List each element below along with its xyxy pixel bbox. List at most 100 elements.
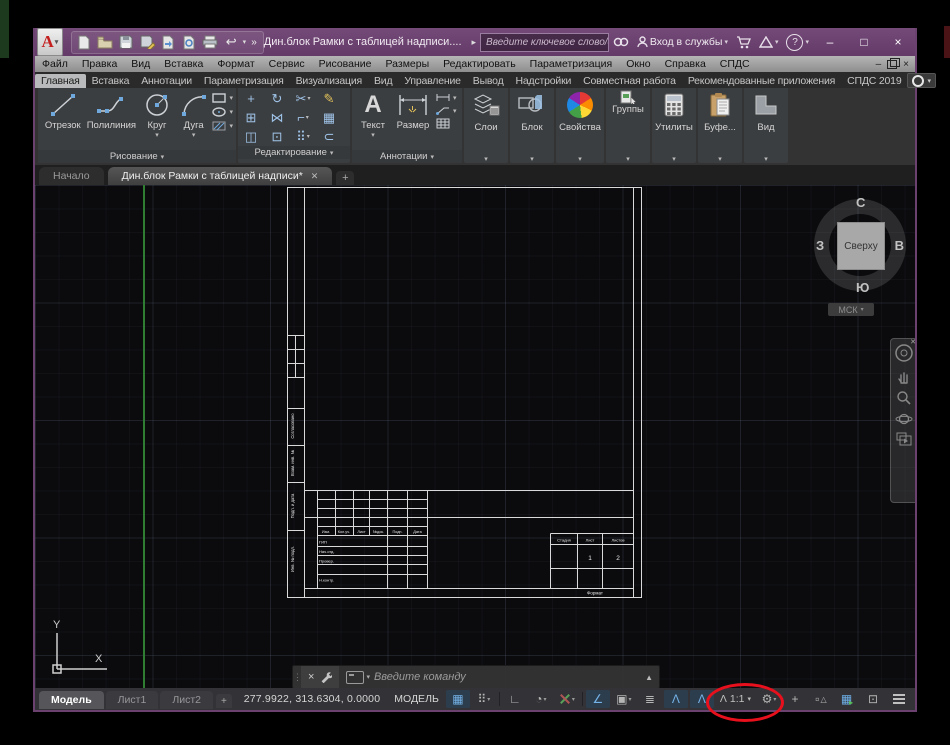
panel-layers[interactable]: Слои ▾ <box>464 88 508 163</box>
arc-button[interactable]: Дуга ▾ <box>177 90 211 150</box>
tab-output[interactable]: Вывод <box>467 74 510 88</box>
panel-draw-label[interactable]: Рисование ▾ <box>38 150 236 163</box>
pan-hand-icon[interactable] <box>896 369 912 385</box>
search-button[interactable] <box>613 36 629 48</box>
ellipse-button[interactable]: ▾ <box>211 106 233 118</box>
array-button[interactable]: ⠿ ▾ <box>296 129 310 145</box>
viewcube-north[interactable]: С <box>856 195 865 210</box>
workspace-switcher[interactable]: ⚙ ▾ <box>757 690 781 708</box>
menu-window[interactable]: Окно <box>619 58 657 70</box>
command-grip-handle[interactable]: ⋮ <box>293 672 302 683</box>
crosshair-toggle[interactable]: + <box>783 690 807 708</box>
command-wrench-icon[interactable] <box>320 671 333 683</box>
leader-button[interactable]: ▾ <box>435 105 457 116</box>
menu-file[interactable]: Файл <box>35 58 75 70</box>
a360-button[interactable]: ▾ <box>758 36 778 48</box>
tab-featured-apps[interactable]: Рекомендованные приложения <box>682 74 841 88</box>
command-close-icon[interactable]: × <box>308 671 314 683</box>
tab-addins[interactable]: Надстройки <box>510 74 578 88</box>
dim-style-button[interactable]: ▾ <box>435 92 457 103</box>
panel-modify-label[interactable]: Редактирование ▾ <box>238 146 350 159</box>
graphics-performance-button[interactable]: ▦ ▸ <box>835 690 859 708</box>
file-tab-close-icon[interactable]: ✕ <box>311 171 319 182</box>
snap-toggle[interactable]: ⠿ ▾ <box>472 690 496 708</box>
copy-button[interactable]: ⊞ <box>246 110 257 126</box>
layout-tab-list1[interactable]: Лист1 <box>105 691 159 709</box>
drawing-canvas[interactable]: Согласовано Взам. инв. № Подп. и дата Ин… <box>35 185 915 688</box>
menu-insert[interactable]: Вставка <box>157 58 210 70</box>
menu-spds[interactable]: СПДС <box>713 58 757 70</box>
app-menu-button[interactable]: A ▾ <box>37 28 63 56</box>
annotation-visibility-toggle[interactable]: Λ <box>663 690 688 708</box>
isolate-objects-button[interactable]: ▫ △ <box>809 690 833 708</box>
command-input[interactable]: Введите команду <box>374 671 466 683</box>
command-line[interactable]: ⋮ × ▾ Введите команду ▲ <box>292 665 660 688</box>
panel-clipboard[interactable]: Буфе... ▾ <box>698 88 742 163</box>
undo-dropdown[interactable]: ▾ <box>243 38 247 46</box>
search-flyout-icon[interactable]: ▸ <box>472 37 477 48</box>
open-file-button[interactable] <box>96 33 115 52</box>
explode-button[interactable]: ▦ <box>323 110 335 126</box>
tab-collaborate[interactable]: Совместная работа <box>577 74 682 88</box>
help-button[interactable]: ? ▾ <box>786 33 809 51</box>
save-as-button[interactable] <box>138 33 157 52</box>
rotate-button[interactable]: ↻ <box>272 91 283 107</box>
text-button[interactable]: A Текст ▾ <box>355 90 391 150</box>
doc-minimize-button[interactable]: – <box>876 59 882 70</box>
panel-annotation-label[interactable]: Аннотации ▾ <box>352 150 462 163</box>
tab-insert[interactable]: Вставка <box>86 74 136 88</box>
print-button[interactable] <box>201 33 220 52</box>
panel-view[interactable]: Вид ▾ <box>744 88 788 163</box>
panel-block[interactable]: Блок ▾ <box>510 88 554 163</box>
customization-menu-button[interactable] <box>887 690 911 708</box>
tab-visualize[interactable]: Визуализация <box>290 74 368 88</box>
doc-close-button[interactable]: × <box>903 59 909 70</box>
layout-tab-model[interactable]: Модель <box>39 691 104 709</box>
menu-format[interactable]: Формат <box>210 58 261 70</box>
ribbon-state-button[interactable]: ▾ <box>907 73 936 88</box>
annotation-scale-button[interactable]: Λ 1:1 ▾ <box>705 683 784 722</box>
menu-tools[interactable]: Сервис <box>262 58 312 70</box>
menu-dimension[interactable]: Размеры <box>379 58 437 70</box>
scale-button[interactable]: ⊡ <box>272 129 283 145</box>
nav-wheel-icon[interactable] <box>893 342 915 364</box>
fillet-button[interactable]: ⌐ ▾ <box>297 110 309 125</box>
space-indicator[interactable]: МОДЕЛЬ <box>388 693 445 705</box>
circle-button[interactable]: Круг ▾ <box>138 90 176 150</box>
erase-button[interactable]: ✎ <box>324 91 335 107</box>
app-store-button[interactable] <box>736 35 751 49</box>
mirror-button[interactable]: ⋈ <box>271 110 284 126</box>
menu-draw[interactable]: Рисование <box>312 58 379 70</box>
orbit-icon[interactable] <box>895 411 913 427</box>
line-button[interactable]: Отрезок <box>41 90 85 150</box>
navigation-bar[interactable]: ✕ <box>890 338 915 503</box>
new-drawing-tab-button[interactable]: + <box>336 171 355 185</box>
viewcube-west[interactable]: З <box>816 238 824 253</box>
qat-expand-button[interactable]: » <box>248 37 260 48</box>
zoom-icon[interactable] <box>896 390 912 406</box>
dimension-button[interactable]: Размер <box>392 90 434 150</box>
new-layout-button[interactable]: + <box>215 694 232 708</box>
panel-properties[interactable]: Свойства ▾ <box>556 88 604 163</box>
new-file-button[interactable] <box>75 33 94 52</box>
tab-parametric[interactable]: Параметризация <box>198 74 290 88</box>
wcs-button[interactable]: МСК ▾ <box>828 303 874 316</box>
tab-annotate[interactable]: Аннотации <box>135 74 198 88</box>
save-button[interactable] <box>117 33 136 52</box>
stretch-button[interactable]: ◫ <box>245 129 257 145</box>
plot-preview-button[interactable] <box>180 33 199 52</box>
menu-modify[interactable]: Редактировать <box>436 58 523 70</box>
polyline-button[interactable]: Полилиния <box>86 90 138 150</box>
panel-groups[interactable]: Группы ▾ <box>606 88 650 163</box>
ortho-toggle[interactable]: ∟ <box>503 690 527 708</box>
grid-toggle[interactable]: ▦ <box>445 690 470 708</box>
tab-spds2019[interactable]: СПДС 2019 <box>841 74 907 88</box>
doc-restore-button[interactable] <box>887 57 901 69</box>
table-button[interactable] <box>435 118 457 129</box>
file-tab-start[interactable]: Начало <box>39 167 104 185</box>
maximize-button[interactable]: □ <box>847 28 881 56</box>
etransmit-button[interactable] <box>159 33 178 52</box>
signin-button[interactable]: Вход в службы ▾ <box>637 36 728 48</box>
menu-parametric[interactable]: Параметризация <box>523 58 620 70</box>
isodraft-toggle[interactable]: ▾ <box>555 690 579 708</box>
